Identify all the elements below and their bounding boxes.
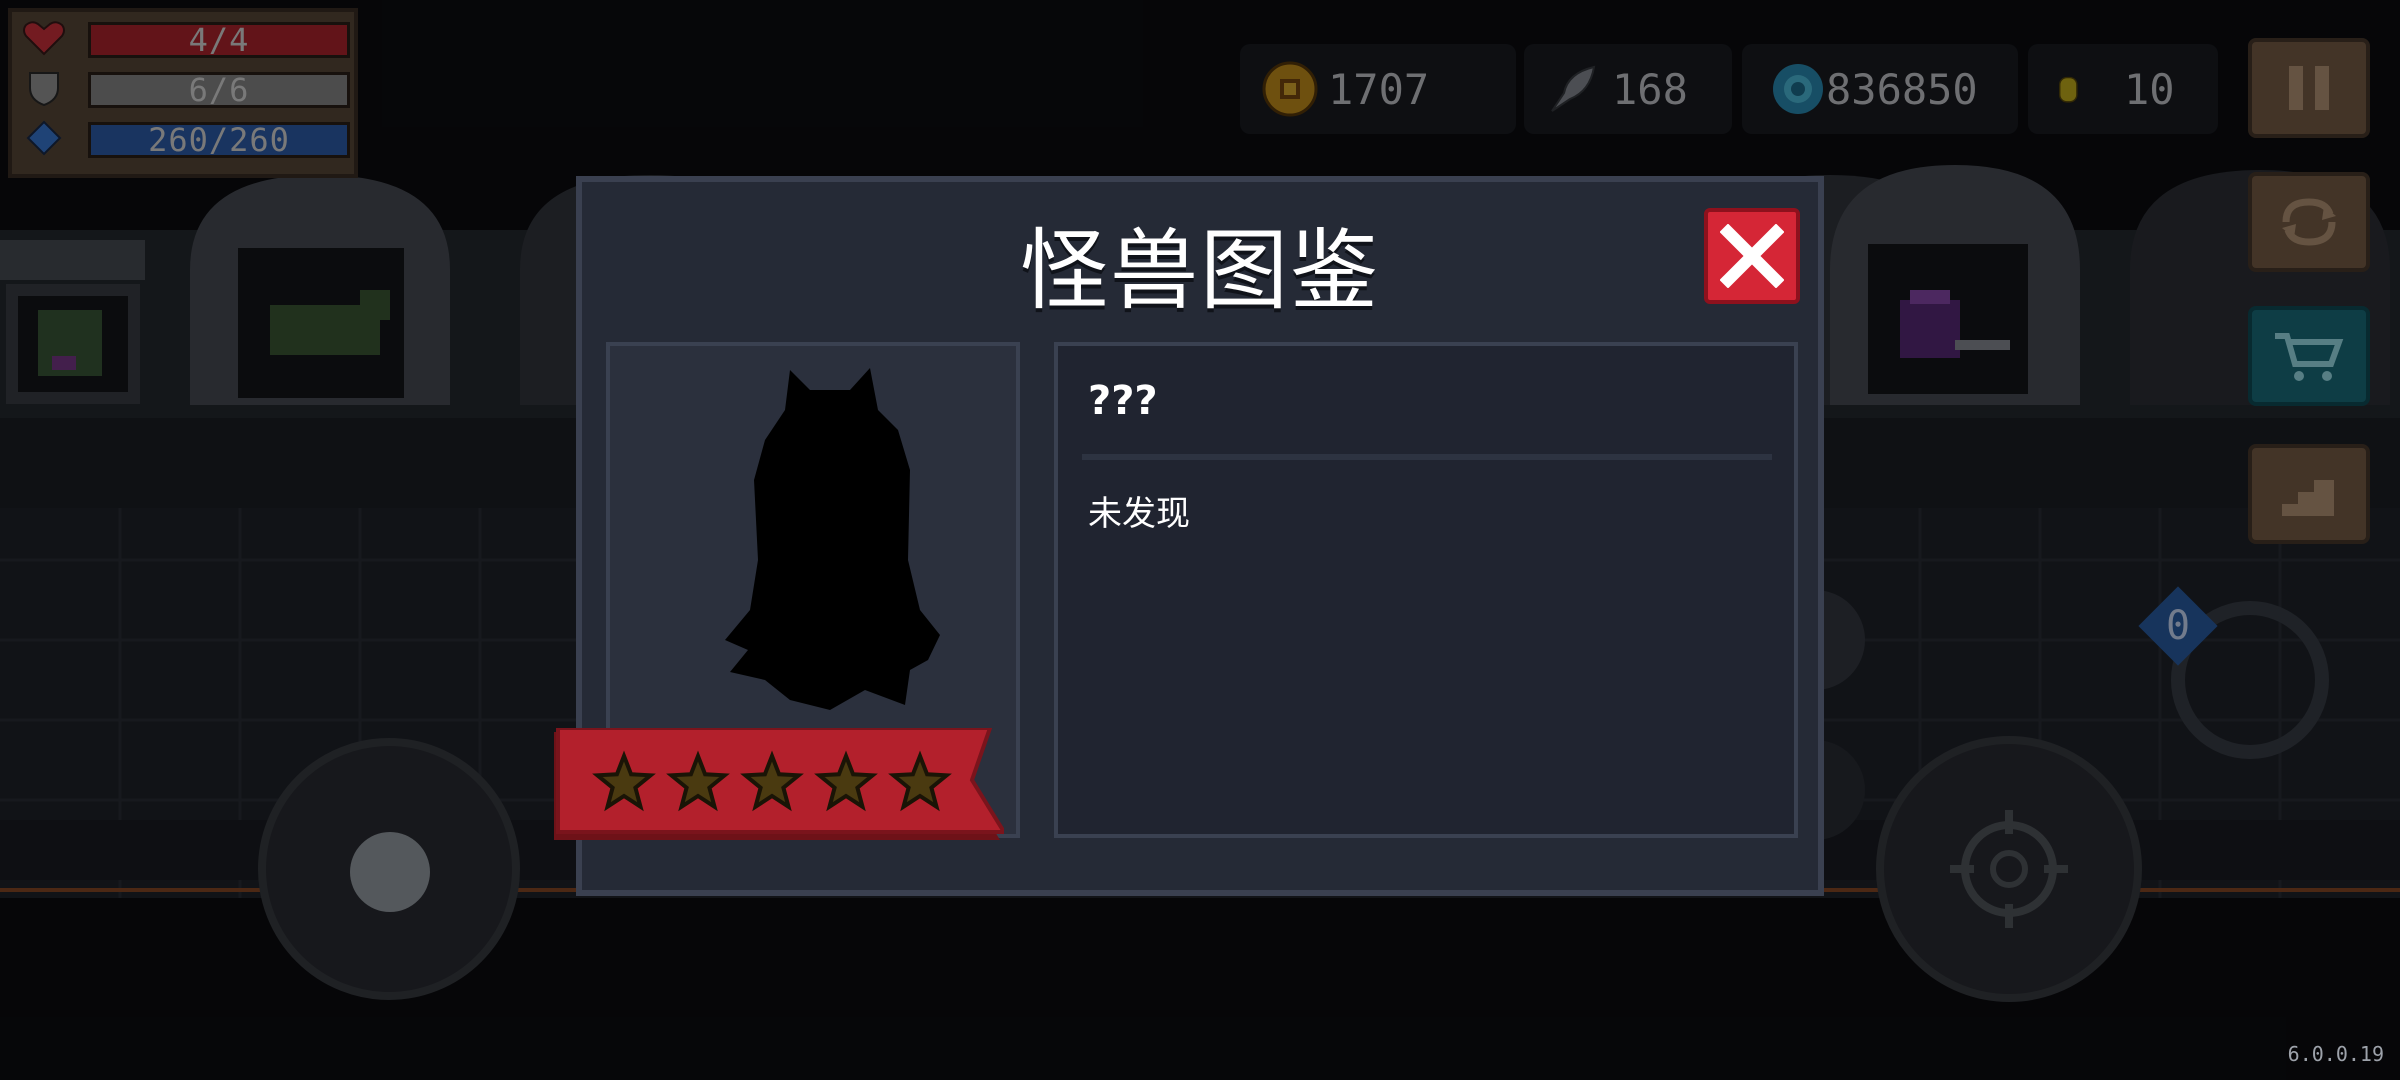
close-button[interactable] xyxy=(1704,208,1800,304)
close-icon xyxy=(1720,224,1784,288)
divider xyxy=(1082,454,1772,460)
monster-silhouette xyxy=(725,368,940,710)
dialog-title: 怪兽图鉴 xyxy=(1019,219,1380,322)
version-label: 6.0.0.19 xyxy=(2287,1042,2384,1066)
monster-description: 未发现 xyxy=(1088,494,1190,534)
star-rating-ribbon xyxy=(554,728,1004,840)
monster-name: ??? xyxy=(1088,378,1158,424)
monster-info-panel: ??? 未发现 xyxy=(1054,342,1798,838)
